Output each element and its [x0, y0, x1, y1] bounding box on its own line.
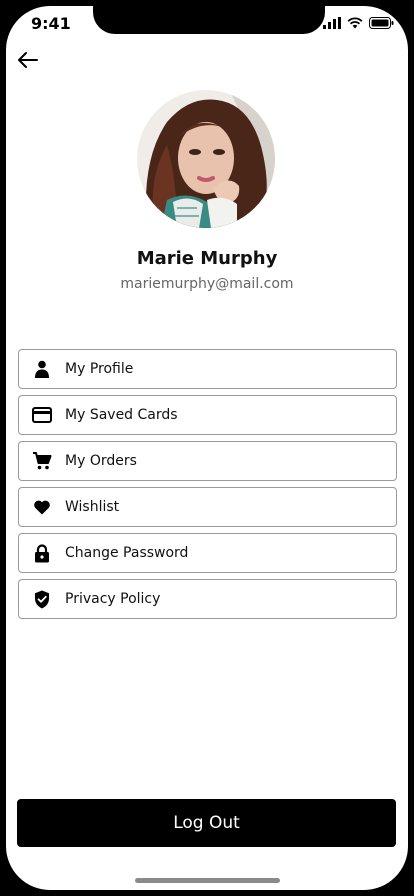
avatar-photo	[137, 90, 275, 228]
back-button[interactable]	[16, 50, 40, 70]
heart-icon	[31, 496, 53, 518]
lock-icon	[31, 542, 53, 564]
status-icons	[323, 17, 394, 29]
phone-screen: 9:41 Marie Murphy mariemurphy@mail.com M…	[6, 6, 408, 890]
status-time: 9:41	[31, 14, 71, 33]
battery-icon	[369, 17, 394, 29]
person-icon	[31, 358, 53, 380]
menu-item-change-password[interactable]: Change Password	[18, 533, 397, 573]
credit-card-icon	[31, 404, 53, 426]
menu-item-label: My Orders	[65, 453, 137, 469]
profile-email: mariemurphy@mail.com	[120, 276, 294, 292]
menu-item-label: Privacy Policy	[65, 591, 161, 607]
menu-item-privacy-policy[interactable]: Privacy Policy	[18, 579, 397, 619]
menu-item-wishlist[interactable]: Wishlist	[18, 487, 397, 527]
signal-icon	[323, 17, 341, 29]
menu-item-label: My Profile	[65, 361, 134, 377]
shield-check-icon	[31, 588, 53, 610]
arrow-left-icon	[18, 52, 38, 68]
menu-item-my-profile[interactable]: My Profile	[18, 349, 397, 389]
avatar	[137, 90, 275, 228]
logout-button[interactable]: Log Out	[17, 799, 396, 847]
profile-name: Marie Murphy	[136, 248, 278, 269]
menu-item-label: Change Password	[65, 545, 189, 561]
device-notch	[93, 6, 325, 34]
menu-item-saved-cards[interactable]: My Saved Cards	[18, 395, 397, 435]
menu-item-my-orders[interactable]: My Orders	[18, 441, 397, 481]
cart-icon	[31, 450, 53, 472]
wifi-icon	[347, 17, 363, 29]
menu-item-label: My Saved Cards	[65, 407, 178, 423]
menu-item-label: Wishlist	[65, 499, 120, 515]
account-menu: My Profile My Saved Cards My Orders Wish…	[18, 349, 397, 625]
home-indicator	[135, 878, 280, 883]
